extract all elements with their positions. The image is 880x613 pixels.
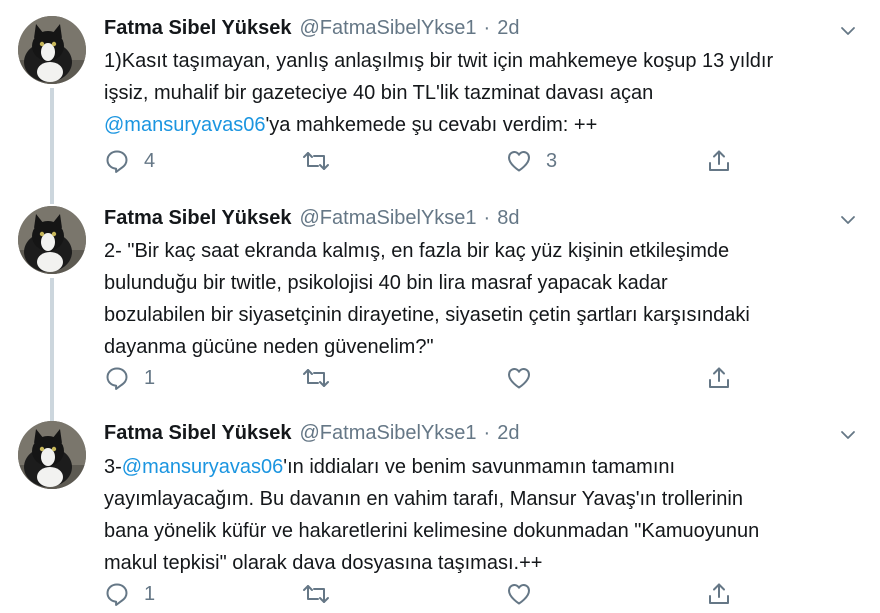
text-segment: bozulabilen bir siyasetçinin dirayetine,… <box>104 304 750 326</box>
reply-count: 4 <box>144 149 156 172</box>
heart-icon <box>508 584 530 605</box>
like-button[interactable] <box>506 364 546 392</box>
tweet-text-line: bozulabilen bir siyasetçinin dirayetine,… <box>104 299 864 331</box>
separator: · <box>483 422 491 444</box>
tweet-menu-button[interactable] <box>834 17 862 45</box>
avatar[interactable] <box>18 16 86 84</box>
tweet-actions: 4 3 <box>104 147 744 175</box>
cat-avatar-image <box>18 421 86 489</box>
timestamp[interactable]: 8d <box>497 207 519 230</box>
text-segment: makul tepkisi" olarak dava dosyasına taş… <box>104 552 543 574</box>
tweet-header: Fatma Sibel Yüksek @FatmaSibelYkse1 · 2d <box>104 17 519 45</box>
avatar[interactable] <box>18 421 86 489</box>
heart-icon <box>508 151 530 172</box>
like-button[interactable]: 3 <box>506 147 557 175</box>
text-segment: 2- "Bir kaç saat ekranda kalmış, en fazl… <box>104 240 730 262</box>
text-segment: 'ın iddiaları ve benim savunmamın tamamı… <box>283 456 676 478</box>
cat-avatar-image <box>18 206 86 274</box>
timestamp[interactable]: 2d <box>497 17 519 40</box>
tweet-text-line: 3-@mansuryavas06'ın iddiaları ve benim s… <box>104 451 864 483</box>
retweet-button[interactable] <box>302 364 344 392</box>
retweet-icon <box>303 369 329 387</box>
separator: · <box>483 207 491 229</box>
share-icon <box>709 583 729 604</box>
author-handle[interactable]: @FatmaSibelYkse1 <box>300 207 477 230</box>
chevron-down-icon <box>841 27 855 35</box>
share-button[interactable] <box>706 580 732 608</box>
author-handle[interactable]: @FatmaSibelYkse1 <box>300 422 477 445</box>
avatar[interactable] <box>18 206 86 274</box>
retweet-icon <box>303 152 329 170</box>
timestamp[interactable]: 2d <box>497 422 519 445</box>
reply-button[interactable]: 1 <box>104 580 155 608</box>
text-segment: bulunduğu bir twitle, psikolojisi 40 bin… <box>104 272 668 294</box>
author-name[interactable]: Fatma Sibel Yüksek <box>104 17 292 40</box>
tweet-actions: 1 <box>104 580 744 608</box>
author-name[interactable]: Fatma Sibel Yüksek <box>104 207 292 230</box>
retweet-icon <box>303 585 329 603</box>
tweet-text-line: 2- "Bir kaç saat ekranda kalmış, en fazl… <box>104 235 864 267</box>
text-segment: yayımlayacağım. Bu davanın en vahim tara… <box>104 488 743 510</box>
tweet-text-line: makul tepkisi" olarak dava dosyasına taş… <box>104 547 864 579</box>
mention-link[interactable]: @mansuryavas06 <box>104 114 265 136</box>
tweet-menu-button[interactable] <box>834 206 862 234</box>
author-handle[interactable]: @FatmaSibelYkse1 <box>300 17 477 40</box>
tweet[interactable]: Fatma Sibel Yüksek @FatmaSibelYkse1 · 2d… <box>0 406 880 613</box>
tweet-text-line: işsiz, muhalif bir gazeteciye 40 bin TL'… <box>104 77 864 109</box>
retweet-button[interactable] <box>302 147 344 175</box>
tweet-header: Fatma Sibel Yüksek @FatmaSibelYkse1 · 8d <box>104 207 519 235</box>
tweet-text-line: dayanma gücüne neden güvenelim?" <box>104 331 864 363</box>
reply-icon <box>106 367 128 390</box>
tweet-text-line: bana yönelik küfür ve hakaretlerini keli… <box>104 515 864 547</box>
like-count: 3 <box>546 149 558 172</box>
tweet-header: Fatma Sibel Yüksek @FatmaSibelYkse1 · 2d <box>104 422 519 450</box>
tweet-text-line: @mansuryavas06'ya mahkemede şu cevabı ve… <box>104 109 864 141</box>
share-icon <box>709 150 729 171</box>
text-segment: 1)Kasıt taşımayan, yanlış anlaşılmış bir… <box>104 50 774 72</box>
tweet[interactable]: Fatma Sibel Yüksek @FatmaSibelYkse1 · 8d… <box>0 200 880 406</box>
share-button[interactable] <box>706 364 732 392</box>
like-button[interactable] <box>506 580 546 608</box>
reply-icon <box>106 583 128 606</box>
reply-count: 1 <box>144 366 156 389</box>
retweet-button[interactable] <box>302 580 344 608</box>
cat-avatar-image <box>18 16 86 84</box>
separator: · <box>483 17 491 39</box>
heart-icon <box>508 368 530 389</box>
chevron-down-icon <box>841 216 855 224</box>
reply-button[interactable]: 4 <box>104 147 155 175</box>
tweet-text-line: bulunduğu bir twitle, psikolojisi 40 bin… <box>104 267 864 299</box>
tweet[interactable]: Fatma Sibel Yüksek @FatmaSibelYkse1 · 2d… <box>0 0 880 200</box>
reply-icon <box>106 150 128 173</box>
chevron-down-icon <box>841 431 855 439</box>
tweet-text-line: yayımlayacağım. Bu davanın en vahim tara… <box>104 483 864 515</box>
tweet-thread: Fatma Sibel Yüksek @FatmaSibelYkse1 · 2d… <box>0 0 880 613</box>
text-segment: dayanma gücüne neden güvenelim?" <box>104 336 434 358</box>
author-name[interactable]: Fatma Sibel Yüksek <box>104 422 292 445</box>
tweet-text: 2- "Bir kaç saat ekranda kalmış, en fazl… <box>104 235 864 363</box>
text-segment: 'ya mahkemede şu cevabı verdim: ++ <box>265 114 598 136</box>
tweet-text: 3-@mansuryavas06'ın iddiaları ve benim s… <box>104 451 864 579</box>
reply-count: 1 <box>144 582 156 605</box>
text-segment: 3- <box>104 456 122 478</box>
text-segment: işsiz, muhalif bir gazeteciye 40 bin TL'… <box>104 82 654 104</box>
share-icon <box>709 367 729 388</box>
reply-button[interactable]: 1 <box>104 364 155 392</box>
tweet-menu-button[interactable] <box>834 421 862 449</box>
tweet-text: 1)Kasıt taşımayan, yanlış anlaşılmış bir… <box>104 45 864 141</box>
tweet-text-line: 1)Kasıt taşımayan, yanlış anlaşılmış bir… <box>104 45 864 77</box>
share-button[interactable] <box>706 147 732 175</box>
mention-link[interactable]: @mansuryavas06 <box>122 456 283 478</box>
text-segment: bana yönelik küfür ve hakaretlerini keli… <box>104 520 760 542</box>
tweet-actions: 1 <box>104 364 744 392</box>
